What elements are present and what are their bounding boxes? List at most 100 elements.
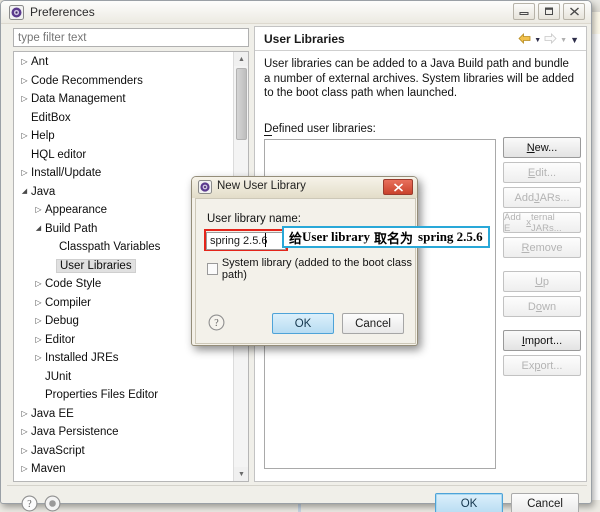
library-name-input[interactable] xyxy=(206,232,286,250)
defined-libraries-label: Defined user libraries: xyxy=(264,123,376,136)
scroll-down-arrow-icon[interactable]: ▼ xyxy=(234,467,248,481)
eclipse-dialog-icon xyxy=(198,180,212,194)
dialog-button-area: ? OK Cancel xyxy=(196,305,417,343)
annotation-callout: 给 User library 取名为 spring 2.5.6 xyxy=(282,226,490,248)
tree-item-help[interactable]: ▷ Help xyxy=(14,127,234,146)
tree-item-label: Compiler xyxy=(45,296,92,309)
defined-libraries-rest: efined user libraries: xyxy=(272,123,376,135)
minimize-button[interactable] xyxy=(513,3,535,20)
tree-item-label: Help xyxy=(31,130,55,143)
filter-text-input[interactable] xyxy=(13,28,249,47)
preferences-ok-button[interactable]: OK xyxy=(435,493,503,512)
tree-item-label: Debug xyxy=(45,315,79,328)
help-question-icon[interactable]: ? xyxy=(208,314,225,331)
chevron-right-icon[interactable]: ▷ xyxy=(18,95,31,103)
system-library-checkbox[interactable] xyxy=(207,263,218,275)
up-button: Up xyxy=(503,271,581,292)
library-action-buttons: New... Edit... Add J ARs... Add Ex ternal JAR… xyxy=(503,137,581,380)
forward-dropdown-caret-icon: ▼ xyxy=(560,36,568,44)
chevron-right-icon[interactable]: ▷ xyxy=(32,298,45,307)
chevron-right-icon[interactable]: ▷ xyxy=(18,76,31,85)
tree-item-label: Installed JREs xyxy=(45,352,119,365)
tree-item-hql-editor[interactable]: HQL editor xyxy=(14,146,234,165)
tree-item-label: Code Style xyxy=(45,278,102,291)
tree-item-data-management[interactable]: ▷ Data Management xyxy=(14,90,234,109)
chevron-right-icon[interactable]: ▷ xyxy=(18,428,31,436)
down-button: Do wn xyxy=(503,296,581,317)
back-dropdown-caret-icon[interactable]: ▼ xyxy=(534,37,541,44)
preferences-cancel-button[interactable]: Cancel xyxy=(511,493,579,512)
tree-item-java-ee[interactable]: ▷ Java EE xyxy=(14,405,234,424)
tree-item-label: Code Recommenders xyxy=(31,74,143,87)
tree-item-installed-jres[interactable]: ▷ Installed JREs xyxy=(14,349,234,368)
chevron-right-icon[interactable]: ▷ xyxy=(32,206,45,214)
window-controls xyxy=(513,3,585,20)
pane-nav-icons: ▼ ▼ ▼ xyxy=(518,31,579,49)
tree-item-label: Data Management xyxy=(31,93,126,106)
tree-item-label: Classpath Variables xyxy=(59,241,161,254)
tree-item-label: EditBox xyxy=(31,111,71,124)
chevron-right-icon[interactable]: ▷ xyxy=(18,58,31,66)
maximize-button[interactable] xyxy=(538,3,560,20)
tree-item-label: Editor xyxy=(45,333,76,346)
preferences-bottom-bar: ? OK Cancel xyxy=(7,485,587,512)
tree-item-label: JavaScript xyxy=(31,444,85,457)
import-button[interactable]: Import... xyxy=(503,330,581,351)
help-question-icon[interactable]: ? xyxy=(21,495,38,512)
tree-item-javascript[interactable]: ▷ JavaScript xyxy=(14,442,234,461)
tree-item-label: Appearance xyxy=(45,204,108,217)
system-library-checkbox-label: System library (added to the boot class … xyxy=(221,257,412,281)
scroll-up-arrow-icon[interactable]: ▲ xyxy=(234,52,248,66)
dialog-title-bar[interactable]: New User Library xyxy=(192,177,417,198)
preferences-window-title: Preferences xyxy=(30,5,95,19)
tree-item-label: User Libraries xyxy=(56,258,136,273)
dialog-ok-button[interactable]: OK xyxy=(272,313,334,334)
chevron-right-icon[interactable]: ▷ xyxy=(32,354,45,362)
chevron-down-icon[interactable]: ◢ xyxy=(18,188,31,195)
chevron-right-icon[interactable]: ▷ xyxy=(32,280,45,288)
tree-item-properties-files-editor[interactable]: Properties Files Editor xyxy=(14,386,234,405)
forward-arrow-icon xyxy=(544,31,557,49)
tree-item-ant[interactable]: ▷ Ant xyxy=(14,53,234,72)
chevron-right-icon[interactable]: ▷ xyxy=(32,317,45,325)
chevron-right-icon[interactable]: ▷ xyxy=(18,409,31,418)
chevron-right-icon[interactable]: ▷ xyxy=(32,335,45,344)
preferences-title-bar[interactable]: Preferences xyxy=(1,1,591,24)
chevron-right-icon[interactable]: ▷ xyxy=(18,465,31,473)
tree-item-code-recommenders[interactable]: ▷ Code Recommenders xyxy=(14,72,234,91)
library-name-label: User library name: xyxy=(207,213,301,225)
tree-item-label: Java xyxy=(31,185,56,198)
annotation-text-latin-2: spring 2.5.6 xyxy=(418,229,483,244)
view-menu-icon[interactable]: ▼ xyxy=(570,35,579,45)
tree-item-maven[interactable]: ▷ Maven xyxy=(14,460,234,479)
tree-item-label: Ant xyxy=(31,56,49,69)
page-description: User libraries can be added to a Java Bu… xyxy=(264,58,575,99)
tree-item-label: Java Persistence xyxy=(31,426,119,439)
tree-item-java-persistence[interactable]: ▷ Java Persistence xyxy=(14,423,234,442)
scrollbar-thumb[interactable] xyxy=(236,68,247,140)
restore-defaults-icon[interactable] xyxy=(44,495,61,512)
close-button[interactable] xyxy=(563,3,585,20)
dialog-close-button[interactable] xyxy=(383,179,413,195)
tree-item-label: HQL editor xyxy=(31,148,87,161)
tree-item-editbox[interactable]: EditBox xyxy=(14,109,234,128)
dialog-cancel-button[interactable]: Cancel xyxy=(342,313,404,334)
new-button[interactable]: New... xyxy=(503,137,581,158)
tree-item-junit[interactable]: JUnit xyxy=(14,368,234,387)
page-title: User Libraries xyxy=(264,32,345,46)
tree-item-label: Java EE xyxy=(31,407,74,420)
chevron-right-icon[interactable]: ▷ xyxy=(18,132,31,140)
chevron-down-icon[interactable]: ◢ xyxy=(32,225,45,232)
svg-text:?: ? xyxy=(214,318,219,329)
system-library-checkbox-row[interactable]: System library (added to the boot class … xyxy=(207,257,415,281)
remove-button: Remove xyxy=(503,237,581,258)
text-cursor xyxy=(265,233,266,247)
back-arrow-icon[interactable] xyxy=(518,31,531,49)
dialog-title: New User Library xyxy=(217,180,306,192)
export-button: Ex p ort... xyxy=(503,355,581,376)
chevron-right-icon[interactable]: ▷ xyxy=(18,446,31,455)
tree-item-label: Properties Files Editor xyxy=(45,389,159,402)
add-jars-button: Add J ARs... xyxy=(503,187,581,208)
chevron-right-icon[interactable]: ▷ xyxy=(18,169,31,177)
tree-item-model-validation[interactable]: ▷Model Validation xyxy=(14,479,234,482)
